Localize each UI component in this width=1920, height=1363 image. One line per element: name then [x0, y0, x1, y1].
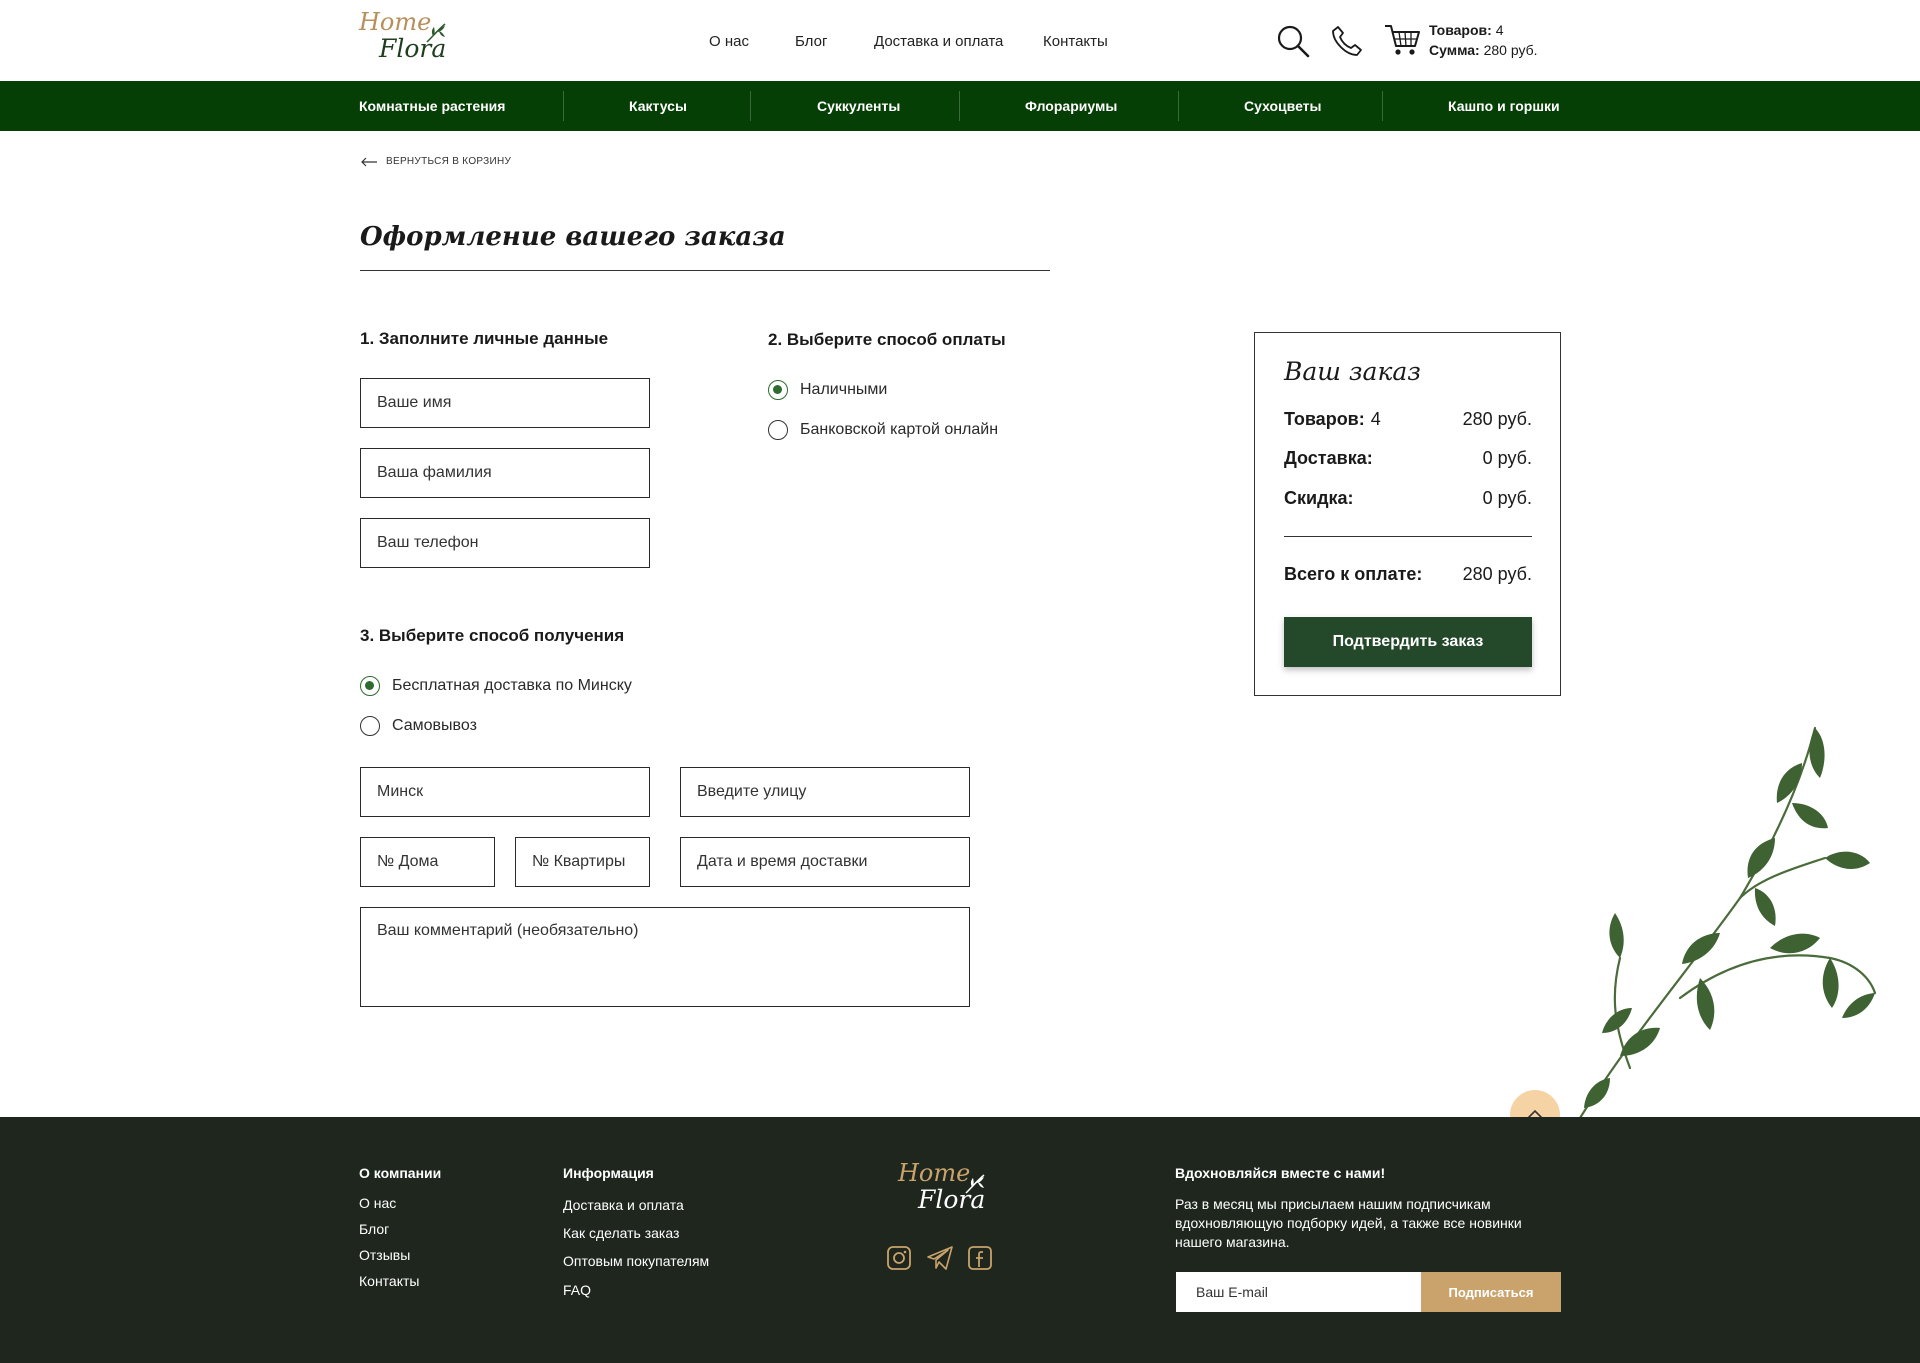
cart-sum-label: Сумма:	[1429, 42, 1480, 58]
summary-total-row: Всего к оплате: 280 руб.	[1284, 564, 1532, 585]
footer-info-heading: Информация	[563, 1165, 654, 1181]
footer-link-faq[interactable]: FAQ	[563, 1282, 591, 1298]
cart-summary[interactable]: Товаров: 4 Сумма: 280 руб.	[1429, 20, 1538, 60]
footer-link-delivery[interactable]: Доставка и оплата	[563, 1197, 684, 1213]
order-summary: Ваш заказ Товаров: 4 280 руб. Доставка: 0…	[1254, 332, 1561, 696]
footer-link-about[interactable]: О нас	[359, 1195, 396, 1211]
search-icon[interactable]	[1276, 24, 1310, 58]
category-cacti[interactable]: Кактусы	[629, 81, 687, 131]
phone-field[interactable]: Ваш телефон	[360, 518, 650, 568]
comment-field[interactable]: Ваш комментарий (необязательно)	[360, 907, 970, 1007]
summary-delivery-value: 0 руб.	[1482, 448, 1532, 468]
summary-discount-label: Скидка:	[1284, 488, 1354, 508]
delivery-heading: 3. Выберите способ получения	[360, 626, 625, 645]
category-pots[interactable]: Кашпо и горшки	[1448, 81, 1560, 131]
category-bar: Комнатные растения Кактусы Суккуленты Фл…	[0, 81, 1920, 131]
back-to-cart-link[interactable]: ВЕРНУТЬСЯ В КОРЗИНУ	[360, 156, 511, 167]
delivery-option-label: Бесплатная доставка по Минску	[392, 677, 632, 694]
summary-total-value: 280 руб.	[1462, 564, 1532, 584]
title-divider	[360, 270, 1050, 271]
personal-heading: 1. Заполните личные данные	[360, 329, 609, 348]
payment-heading: 2. Выберите способ оплаты	[768, 330, 1006, 349]
category-dried-flowers[interactable]: Сухоцветы	[1244, 81, 1322, 131]
summary-items-count: 4	[1370, 409, 1381, 429]
payment-option-label: Наличными	[800, 381, 888, 398]
city-field[interactable]: Минск	[360, 767, 650, 817]
payment-option-cash[interactable]: Наличными	[768, 380, 887, 400]
category-houseplants[interactable]: Комнатные растения	[359, 81, 505, 131]
phone-icon[interactable]	[1330, 24, 1364, 58]
cart-items-value: 4	[1495, 22, 1504, 38]
summary-items-value: 280 руб.	[1462, 409, 1532, 429]
category-florariums[interactable]: Флорариумы	[1025, 81, 1117, 131]
nav-about[interactable]: О нас	[709, 33, 749, 50]
site-footer: О компании О нас Блог Отзывы Контакты Ин…	[0, 1117, 1920, 1363]
email-input[interactable]: Ваш E-mail	[1176, 1272, 1421, 1312]
nav-delivery[interactable]: Доставка и оплата	[874, 33, 1003, 50]
summary-delivery-row: Доставка: 0 руб.	[1284, 448, 1532, 469]
confirm-order-button[interactable]: Подтвердить заказ	[1284, 617, 1532, 667]
delivery-option-pickup[interactable]: Самовывоз	[360, 716, 477, 736]
site-header: Home Flora О нас Блог Доставка и оплата …	[0, 0, 1920, 81]
summary-items-label: Товаров:	[1284, 409, 1365, 429]
first-name-field[interactable]: Ваше имя	[360, 378, 650, 428]
facebook-icon[interactable]	[967, 1245, 993, 1271]
summary-discount-row: Скидка: 0 руб.	[1284, 488, 1532, 509]
footer-subscribe-heading: Вдохновляйся вместе с нами!	[1175, 1165, 1386, 1181]
summary-divider	[1284, 536, 1532, 537]
house-field[interactable]: № Дома	[360, 837, 495, 887]
nav-blog[interactable]: Блог	[795, 33, 827, 50]
nav-contacts[interactable]: Контакты	[1043, 33, 1108, 50]
cart-sum-value: 280 руб.	[1483, 42, 1538, 58]
footer-link-blog[interactable]: Блог	[359, 1221, 389, 1237]
category-succulents[interactable]: Суккуленты	[817, 81, 900, 131]
radio-checked-icon	[768, 380, 788, 400]
back-to-cart-label: ВЕРНУТЬСЯ В КОРЗИНУ	[386, 156, 512, 167]
payment-option-label: Банковской картой онлайн	[800, 421, 999, 438]
category-divider	[1178, 91, 1179, 121]
apartment-field[interactable]: № Квартиры	[515, 837, 650, 887]
radio-checked-icon	[360, 676, 380, 696]
category-divider	[1382, 91, 1383, 121]
summary-total-label: Всего к оплате:	[1284, 564, 1423, 584]
page-title: Оформление вашего заказа	[360, 222, 786, 252]
category-divider	[750, 91, 751, 121]
category-divider	[563, 91, 564, 121]
plant-decoration	[1578, 726, 1877, 1118]
category-divider	[959, 91, 960, 121]
leaf-icon	[965, 1174, 985, 1194]
logo-home-text: Home	[359, 8, 432, 36]
radio-unchecked-icon	[768, 420, 788, 440]
footer-link-how-to-order[interactable]: Как сделать заказ	[563, 1225, 679, 1241]
leaf-icon	[426, 23, 446, 43]
footer-company-heading: О компании	[359, 1165, 442, 1181]
footer-link-contacts[interactable]: Контакты	[359, 1273, 419, 1289]
footer-link-reviews[interactable]: Отзывы	[359, 1247, 410, 1263]
footer-link-wholesale[interactable]: Оптовым покупателям	[563, 1253, 709, 1269]
radio-unchecked-icon	[360, 716, 380, 736]
summary-delivery-label: Доставка:	[1284, 448, 1373, 468]
order-summary-title: Ваш заказ	[1284, 357, 1421, 386]
telegram-icon[interactable]	[926, 1245, 954, 1271]
footer-subscribe-text: Раз в месяц мы присылаем нашим подписчик…	[1175, 1196, 1522, 1250]
cart-icon[interactable]	[1383, 22, 1421, 58]
delivery-option-label: Самовывоз	[392, 717, 477, 734]
delivery-option-free[interactable]: Бесплатная доставка по Минску	[360, 676, 632, 696]
delivery-datetime-field[interactable]: Дата и время доставки	[680, 837, 970, 887]
street-field[interactable]: Введите улицу	[680, 767, 970, 817]
payment-option-card[interactable]: Банковской картой онлайн	[768, 420, 998, 440]
summary-discount-value: 0 руб.	[1482, 488, 1532, 508]
cart-items-label: Товаров:	[1429, 22, 1492, 38]
subscribe-button[interactable]: Подписаться	[1421, 1272, 1561, 1312]
instagram-icon[interactable]	[886, 1245, 912, 1271]
logo-home-text: Home	[898, 1159, 971, 1187]
summary-items-row: Товаров: 4 280 руб.	[1284, 409, 1532, 430]
last-name-field[interactable]: Ваша фамилия	[360, 448, 650, 498]
arrow-left-icon	[361, 157, 377, 166]
